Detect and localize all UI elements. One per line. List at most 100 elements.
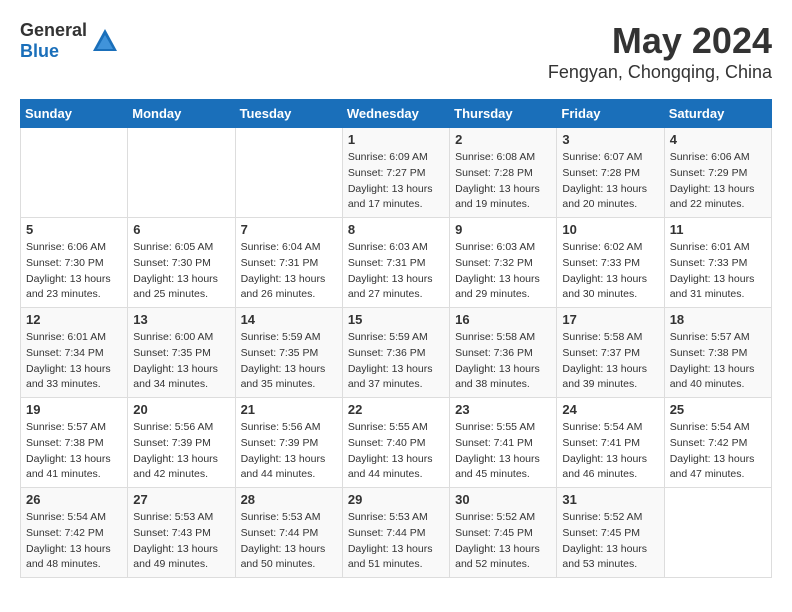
- day-info: Sunrise: 6:01 AMSunset: 7:33 PMDaylight:…: [670, 240, 766, 303]
- calendar-cell: 2 Sunrise: 6:08 AMSunset: 7:28 PMDaylight…: [450, 128, 557, 218]
- day-info: Sunrise: 5:54 AMSunset: 7:41 PMDaylight:…: [562, 420, 658, 483]
- day-info: Sunrise: 5:54 AMSunset: 7:42 PMDaylight:…: [670, 420, 766, 483]
- day-number: 27: [133, 492, 229, 507]
- day-header-thursday: Thursday: [450, 100, 557, 128]
- day-number: 5: [26, 222, 122, 237]
- day-info: Sunrise: 5:53 AMSunset: 7:43 PMDaylight:…: [133, 510, 229, 573]
- day-number: 24: [562, 402, 658, 417]
- calendar-cell: 1Sunrise: 6:09 AMSunset: 7:27 PMDaylight…: [342, 128, 449, 218]
- calendar-cell: 16 Sunrise: 5:58 AMSunset: 7:36 PMDayligh…: [450, 308, 557, 398]
- calendar-cell: 10 Sunrise: 6:02 AMSunset: 7:33 PMDayligh…: [557, 218, 664, 308]
- day-info: Sunrise: 5:52 AMSunset: 7:45 PMDaylight:…: [455, 510, 551, 573]
- calendar-cell: [21, 128, 128, 218]
- day-info: Sunrise: 5:57 AMSunset: 7:38 PMDaylight:…: [670, 330, 766, 393]
- calendar-cell: 25 Sunrise: 5:54 AMSunset: 7:42 PMDayligh…: [664, 398, 771, 488]
- calendar-cell: 7 Sunrise: 6:04 AMSunset: 7:31 PMDaylight…: [235, 218, 342, 308]
- day-number: 10: [562, 222, 658, 237]
- day-header-saturday: Saturday: [664, 100, 771, 128]
- calendar-cell: 29 Sunrise: 5:53 AMSunset: 7:44 PMDayligh…: [342, 488, 449, 578]
- calendar-cell: 14 Sunrise: 5:59 AMSunset: 7:35 PMDayligh…: [235, 308, 342, 398]
- day-info: Sunrise: 6:06 AMSunset: 7:29 PMDaylight:…: [670, 150, 766, 213]
- day-info: Sunrise: 6:04 AMSunset: 7:31 PMDaylight:…: [241, 240, 337, 303]
- day-number: 29: [348, 492, 444, 507]
- calendar-cell: 23Sunrise: 5:55 AMSunset: 7:41 PMDayligh…: [450, 398, 557, 488]
- day-number: 26: [26, 492, 122, 507]
- day-info: Sunrise: 6:03 AMSunset: 7:32 PMDaylight:…: [455, 240, 551, 303]
- day-info: Sunrise: 5:55 AMSunset: 7:40 PMDaylight:…: [348, 420, 444, 483]
- day-number: 2: [455, 132, 551, 147]
- day-info: Sunrise: 5:58 AMSunset: 7:36 PMDaylight:…: [455, 330, 551, 393]
- calendar-cell: 3 Sunrise: 6:07 AMSunset: 7:28 PMDaylight…: [557, 128, 664, 218]
- day-number: 3: [562, 132, 658, 147]
- day-info: Sunrise: 6:05 AMSunset: 7:30 PMDaylight:…: [133, 240, 229, 303]
- day-number: 1: [348, 132, 444, 147]
- calendar-cell: 21 Sunrise: 5:56 AMSunset: 7:39 PMDayligh…: [235, 398, 342, 488]
- day-number: 15: [348, 312, 444, 327]
- day-info: Sunrise: 6:02 AMSunset: 7:33 PMDaylight:…: [562, 240, 658, 303]
- day-number: 16: [455, 312, 551, 327]
- calendar-cell: [664, 488, 771, 578]
- day-number: 17: [562, 312, 658, 327]
- day-number: 7: [241, 222, 337, 237]
- logo: General Blue: [20, 20, 119, 62]
- logo-general: General: [20, 20, 87, 40]
- day-number: 23: [455, 402, 551, 417]
- day-header-friday: Friday: [557, 100, 664, 128]
- day-number: 20: [133, 402, 229, 417]
- day-number: 11: [670, 222, 766, 237]
- calendar-cell: 18 Sunrise: 5:57 AMSunset: 7:38 PMDayligh…: [664, 308, 771, 398]
- calendar-cell: 20 Sunrise: 5:56 AMSunset: 7:39 PMDayligh…: [128, 398, 235, 488]
- title-block: May 2024 Fengyan, Chongqing, China: [548, 20, 772, 83]
- day-header-tuesday: Tuesday: [235, 100, 342, 128]
- day-number: 13: [133, 312, 229, 327]
- calendar-cell: 24 Sunrise: 5:54 AMSunset: 7:41 PMDayligh…: [557, 398, 664, 488]
- day-info: Sunrise: 5:58 AMSunset: 7:37 PMDaylight:…: [562, 330, 658, 393]
- main-title: May 2024: [548, 20, 772, 62]
- day-info: Sunrise: 5:54 AMSunset: 7:42 PMDaylight:…: [26, 510, 122, 573]
- day-header-wednesday: Wednesday: [342, 100, 449, 128]
- logo-blue: Blue: [20, 41, 59, 61]
- subtitle: Fengyan, Chongqing, China: [548, 62, 772, 83]
- day-info: Sunrise: 5:53 AMSunset: 7:44 PMDaylight:…: [348, 510, 444, 573]
- calendar-cell: 26 Sunrise: 5:54 AMSunset: 7:42 PMDayligh…: [21, 488, 128, 578]
- calendar-cell: 8 Sunrise: 6:03 AMSunset: 7:31 PMDaylight…: [342, 218, 449, 308]
- week-row-2: 5 Sunrise: 6:06 AMSunset: 7:30 PMDaylight…: [21, 218, 772, 308]
- day-number: 21: [241, 402, 337, 417]
- day-info: Sunrise: 5:52 AMSunset: 7:45 PMDaylight:…: [562, 510, 658, 573]
- day-number: 14: [241, 312, 337, 327]
- day-number: 4: [670, 132, 766, 147]
- calendar-table: SundayMondayTuesdayWednesdayThursdayFrid…: [20, 99, 772, 578]
- calendar-cell: 9Sunrise: 6:03 AMSunset: 7:32 PMDaylight…: [450, 218, 557, 308]
- calendar-cell: 4 Sunrise: 6:06 AMSunset: 7:29 PMDaylight…: [664, 128, 771, 218]
- day-info: Sunrise: 6:03 AMSunset: 7:31 PMDaylight:…: [348, 240, 444, 303]
- calendar-cell: 6Sunrise: 6:05 AMSunset: 7:30 PMDaylight…: [128, 218, 235, 308]
- day-number: 18: [670, 312, 766, 327]
- logo-text: General Blue: [20, 20, 87, 62]
- day-info: Sunrise: 6:01 AMSunset: 7:34 PMDaylight:…: [26, 330, 122, 393]
- day-number: 30: [455, 492, 551, 507]
- day-number: 25: [670, 402, 766, 417]
- day-info: Sunrise: 6:00 AMSunset: 7:35 PMDaylight:…: [133, 330, 229, 393]
- week-row-3: 12 Sunrise: 6:01 AMSunset: 7:34 PMDayligh…: [21, 308, 772, 398]
- day-info: Sunrise: 5:56 AMSunset: 7:39 PMDaylight:…: [133, 420, 229, 483]
- day-info: Sunrise: 5:59 AMSunset: 7:35 PMDaylight:…: [241, 330, 337, 393]
- calendar-cell: 15Sunrise: 5:59 AMSunset: 7:36 PMDayligh…: [342, 308, 449, 398]
- calendar-cell: 27 Sunrise: 5:53 AMSunset: 7:43 PMDayligh…: [128, 488, 235, 578]
- day-info: Sunrise: 6:06 AMSunset: 7:30 PMDaylight:…: [26, 240, 122, 303]
- day-header-sunday: Sunday: [21, 100, 128, 128]
- logo-icon: [91, 27, 119, 55]
- calendar-cell: [128, 128, 235, 218]
- day-number: 19: [26, 402, 122, 417]
- day-header-monday: Monday: [128, 100, 235, 128]
- day-number: 8: [348, 222, 444, 237]
- day-info: Sunrise: 5:56 AMSunset: 7:39 PMDaylight:…: [241, 420, 337, 483]
- day-number: 22: [348, 402, 444, 417]
- calendar-cell: 19Sunrise: 5:57 AMSunset: 7:38 PMDayligh…: [21, 398, 128, 488]
- day-number: 28: [241, 492, 337, 507]
- day-number: 12: [26, 312, 122, 327]
- day-info: Sunrise: 6:07 AMSunset: 7:28 PMDaylight:…: [562, 150, 658, 213]
- day-info: Sunrise: 6:08 AMSunset: 7:28 PMDaylight:…: [455, 150, 551, 213]
- calendar-cell: 5 Sunrise: 6:06 AMSunset: 7:30 PMDaylight…: [21, 218, 128, 308]
- calendar-cell: 22 Sunrise: 5:55 AMSunset: 7:40 PMDayligh…: [342, 398, 449, 488]
- day-number: 31: [562, 492, 658, 507]
